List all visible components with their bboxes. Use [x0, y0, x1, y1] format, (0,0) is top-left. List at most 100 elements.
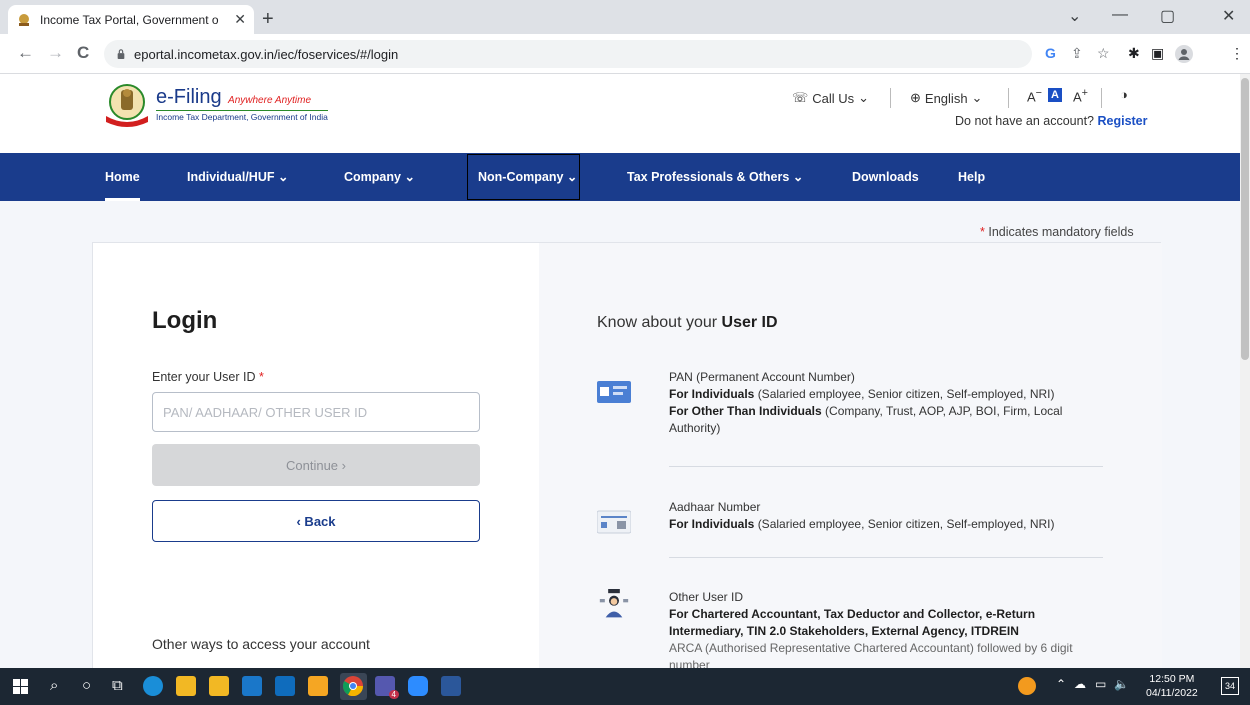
know-title-prefix: Know about your: [597, 314, 718, 331]
page-viewport: e-Filing Anywhere Anytime Income Tax Dep…: [0, 74, 1250, 668]
notification-dot-icon[interactable]: [1018, 677, 1036, 695]
file-explorer-icon[interactable]: [176, 676, 196, 696]
emblem-favicon-icon: [16, 12, 32, 28]
edge-icon[interactable]: [143, 676, 163, 696]
register-link[interactable]: Register: [1097, 114, 1147, 128]
cortana-icon[interactable]: ○: [82, 677, 91, 694]
userid-input[interactable]: [152, 392, 480, 432]
font-normal-button[interactable]: A: [1048, 88, 1062, 102]
battery-icon[interactable]: ▭: [1095, 677, 1106, 691]
nav-downloads[interactable]: Downloads: [852, 153, 919, 201]
nav-non-company[interactable]: Non-Company ⌄: [467, 154, 580, 200]
system-clock[interactable]: 12:50 PM 04/11/2022: [1146, 672, 1198, 700]
user-id-info-panel: Know about your User ID PAN (Permanent A…: [539, 243, 1162, 668]
show-hidden-icons-icon[interactable]: ⌃: [1056, 677, 1066, 691]
divider: [669, 466, 1103, 467]
nav-home[interactable]: Home: [105, 153, 140, 201]
chrome-active-tile[interactable]: [340, 673, 367, 700]
contrast-icon[interactable]: ◑: [1120, 87, 1128, 102]
aadhaar-card-icon: [597, 510, 631, 534]
header-divider: [890, 88, 891, 108]
new-tab-icon[interactable]: +: [262, 8, 274, 31]
efiling-logo[interactable]: e-Filing Anywhere Anytime Income Tax Dep…: [156, 86, 328, 122]
mail-icon[interactable]: [242, 676, 262, 696]
site-header: e-Filing Anywhere Anytime Income Tax Dep…: [0, 74, 1250, 153]
sticky-notes-icon[interactable]: [308, 676, 328, 696]
continue-button[interactable]: Continue ›: [152, 444, 480, 486]
clock-time: 12:50 PM: [1149, 673, 1195, 685]
maximize-icon[interactable]: ▢: [1160, 6, 1175, 26]
list-item: Aadhaar Number For Individuals (Salaried…: [597, 499, 1107, 539]
browser-tab-strip: Income Tax Portal, Government o ✕ + ⌄ — …: [0, 0, 1250, 34]
pan-card-icon: [597, 381, 631, 403]
globe-icon: ⊕: [910, 90, 921, 105]
font-decrease-button[interactable]: A−: [1027, 87, 1042, 104]
call-us-dropdown[interactable]: ☏ Call Us ⌄: [792, 90, 869, 106]
other-user-id-icon: [599, 589, 629, 618]
tab-title: Income Tax Portal, Government o: [40, 12, 219, 27]
nav-help[interactable]: Help: [958, 153, 985, 201]
sidepanel-icon[interactable]: ▣: [1151, 45, 1164, 62]
profile-icon[interactable]: [1175, 45, 1193, 66]
id-bold-text: For Individuals: [669, 387, 755, 401]
no-account-text: Do not have an account?: [955, 114, 1094, 128]
emblem-logo-icon[interactable]: [104, 82, 150, 128]
chevron-down-icon: ⌄: [858, 90, 870, 105]
minimize-icon[interactable]: —: [1112, 6, 1128, 24]
browser-tab[interactable]: Income Tax Portal, Government o ✕: [8, 5, 254, 34]
required-star: *: [980, 225, 985, 239]
tab-search-icon[interactable]: ⌄: [1068, 6, 1081, 26]
forward-arrow-icon[interactable]: →: [47, 43, 64, 63]
word-icon[interactable]: [441, 676, 461, 696]
mandatory-note-text: Indicates mandatory fields: [988, 225, 1134, 239]
id-bold-text: For Other Than Individuals: [669, 404, 822, 418]
search-icon[interactable]: ⌕: [50, 677, 58, 694]
windows-start-icon[interactable]: [13, 679, 28, 694]
google-icon[interactable]: G: [1045, 45, 1056, 61]
userid-label: Enter your User ID *: [152, 370, 264, 384]
more-icon[interactable]: ⋮: [1230, 45, 1244, 62]
tab-close-icon[interactable]: ✕: [234, 11, 246, 28]
logo-main-text: e-Filing: [156, 86, 222, 108]
back-arrow-icon[interactable]: ←: [17, 43, 34, 63]
outlook-icon[interactable]: [275, 676, 295, 696]
scrollbar-thumb[interactable]: [1241, 78, 1249, 360]
nav-individual-huf[interactable]: Individual/HUF ⌄: [187, 153, 288, 201]
other-user-id-description: Other User ID For Chartered Accountant, …: [669, 589, 1105, 668]
action-center-icon[interactable]: 34: [1221, 677, 1239, 695]
divider: [669, 557, 1103, 558]
chevron-down-icon: ⌄: [792, 170, 804, 184]
id-type-name: Other User ID: [669, 590, 744, 604]
teams-icon[interactable]: 4: [375, 676, 399, 699]
nav-company-label: Company: [344, 170, 401, 184]
logo-subtitle: Income Tax Department, Government of Ind…: [156, 110, 328, 122]
register-line: Do not have an account? Register: [955, 114, 1148, 128]
page-scrollbar[interactable]: [1240, 74, 1250, 668]
header-divider: [1008, 88, 1009, 108]
volume-icon[interactable]: 🔈: [1114, 677, 1129, 691]
id-type-name: PAN (Permanent Account Number): [669, 370, 855, 384]
star-icon[interactable]: ☆: [1097, 45, 1110, 62]
font-increase-button[interactable]: A+: [1073, 87, 1088, 104]
nav-tax-professionals[interactable]: Tax Professionals & Others ⌄: [627, 153, 803, 201]
reload-icon[interactable]: C: [77, 43, 89, 63]
nav-company[interactable]: Company ⌄: [344, 153, 415, 201]
clock-date: 04/11/2022: [1146, 687, 1198, 699]
mandatory-note: * Indicates mandatory fields: [980, 225, 1134, 239]
close-window-icon[interactable]: ✕: [1222, 6, 1235, 26]
extensions-icon[interactable]: ✱: [1128, 45, 1140, 62]
back-button[interactable]: ‹ Back: [152, 500, 480, 542]
other-ways-heading: Other ways to access your account: [152, 636, 370, 652]
nav-tax-professionals-label: Tax Professionals & Others: [627, 170, 790, 184]
language-dropdown[interactable]: ⊕ English ⌄: [910, 90, 982, 106]
share-icon[interactable]: ⇪: [1071, 45, 1083, 62]
id-detail-text: (Salaried employee, Senior citizen, Self…: [757, 517, 1055, 531]
store-icon[interactable]: [209, 676, 229, 696]
id-detail-text: (Salaried employee, Senior citizen, Self…: [757, 387, 1055, 401]
id-detail-text: ARCA (Authorised Representative Chartere…: [669, 641, 1073, 668]
zoom-icon[interactable]: [408, 676, 428, 696]
task-view-icon[interactable]: ⧉: [112, 677, 123, 694]
address-bar[interactable]: eportal.incometax.gov.in/iec/foservices/…: [104, 40, 1032, 68]
url-text: eportal.incometax.gov.in/iec/foservices/…: [134, 46, 399, 62]
onedrive-icon[interactable]: ☁: [1074, 677, 1086, 691]
